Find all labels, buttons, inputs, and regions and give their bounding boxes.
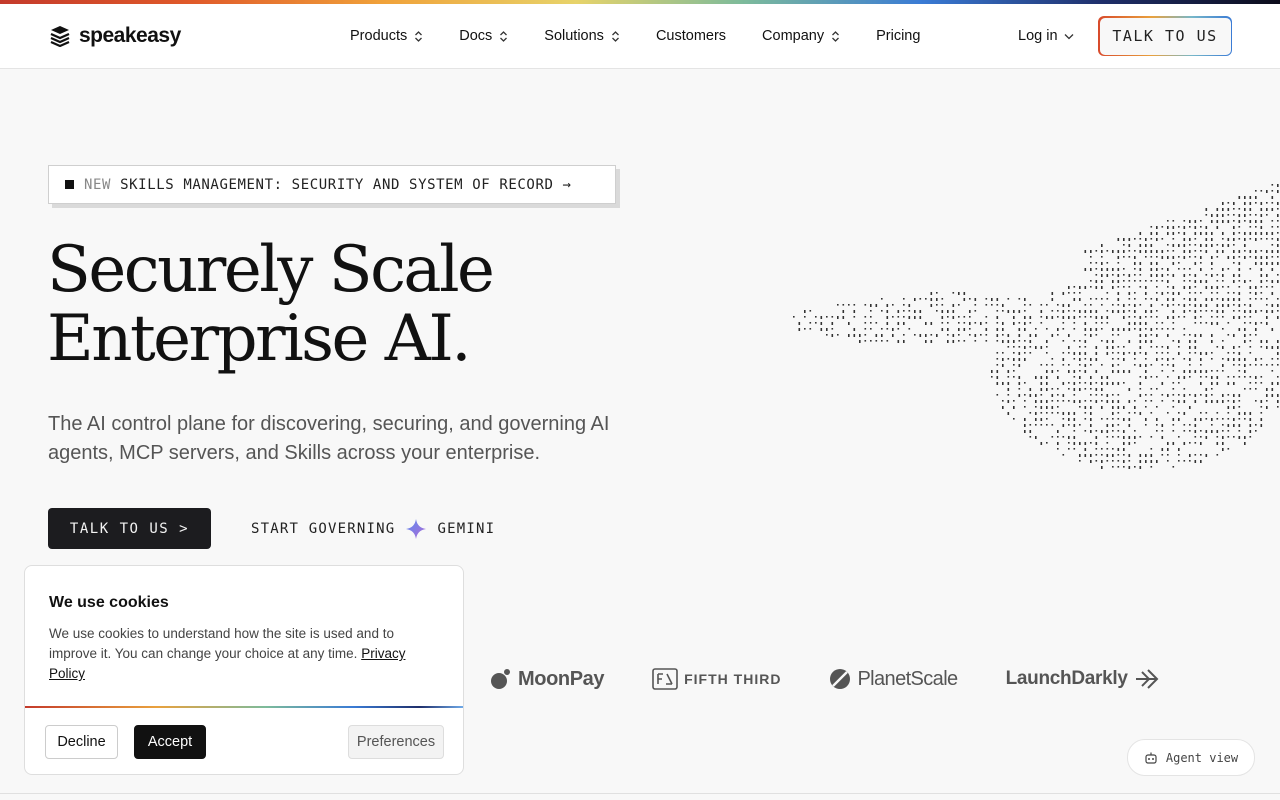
- hero-subtitle: The AI control plane for discovering, se…: [48, 413, 610, 464]
- nav-company[interactable]: Company: [762, 28, 840, 44]
- agent-view-label: Agent view: [1165, 750, 1239, 765]
- start-governing-label: START GOVERNING: [251, 521, 396, 537]
- accept-button[interactable]: Accept: [134, 725, 206, 759]
- logo-launchdarkly: LaunchDarkly: [1006, 668, 1160, 690]
- cookie-title: We use cookies: [49, 594, 169, 611]
- main-nav: Products Docs Solutions Customers Compan…: [350, 28, 956, 44]
- gemini-label: GEMINI: [437, 521, 496, 537]
- cookie-consent-dialog: We use cookies We use cookies to underst…: [24, 565, 464, 775]
- speakeasy-logo-icon: [50, 26, 70, 47]
- cookie-actions: Decline Accept Preferences: [45, 725, 445, 759]
- hero-title: Securely Scale Enterprise AI.: [47, 236, 687, 374]
- robot-icon: [1145, 752, 1157, 764]
- planetscale-mark-icon: [830, 669, 851, 689]
- chevron-updown-icon: [832, 30, 840, 42]
- gemini-star-icon: [406, 519, 427, 539]
- site-header: speakeasy Products Docs Solutions Custom…: [0, 4, 1280, 69]
- cookie-body: We use cookies to understand how the sit…: [49, 624, 429, 684]
- header-cta-label: TALK TO US: [1099, 17, 1231, 55]
- nav-products[interactable]: Products: [350, 28, 423, 44]
- chevron-down-icon: [1064, 33, 1073, 39]
- hero-talk-to-us-button[interactable]: TALK TO US >: [48, 508, 211, 549]
- customer-logo-strip: MoonPay FIFTH THIRD PlanetScale LaunchDa…: [490, 664, 1208, 694]
- nav-customers-label: Customers: [655, 28, 727, 44]
- announcement-banner[interactable]: NEW SKILLS MANAGEMENT: SECURITY AND SYST…: [48, 165, 616, 204]
- ascii-hand-illustration: [793, 184, 1279, 469]
- nav-customers[interactable]: Customers: [656, 28, 726, 44]
- chevron-updown-icon: [500, 30, 508, 42]
- logo-fifth-third-text: FIFTH THIRD: [684, 671, 782, 687]
- logo-planetscale: PlanetScale: [829, 667, 958, 691]
- nav-solutions[interactable]: Solutions: [544, 28, 620, 44]
- hero-title-line2: Enterprise AI.: [47, 302, 472, 376]
- preferences-button[interactable]: Preferences: [348, 725, 444, 759]
- nav-docs[interactable]: Docs: [459, 28, 508, 44]
- section-divider: [0, 793, 1280, 794]
- logo-moonpay-text: MoonPay: [518, 667, 605, 690]
- chevron-updown-icon: [611, 30, 619, 42]
- nav-pricing-label: Pricing: [876, 28, 921, 44]
- moonpay-mark-icon: [491, 669, 510, 689]
- launchdarkly-arrow-icon: [1135, 669, 1159, 689]
- nav-products-label: Products: [350, 28, 408, 44]
- logo-fifth-third: FIFTH THIRD: [652, 668, 781, 690]
- nav-docs-label: Docs: [459, 28, 493, 44]
- logo-moonpay: MoonPay: [490, 667, 605, 691]
- logo-launchdarkly-text: LaunchDarkly: [1005, 668, 1128, 689]
- agent-view-button[interactable]: Agent view: [1127, 739, 1255, 776]
- chevron-updown-icon: [415, 30, 423, 42]
- announcement-body: SKILLS MANAGEMENT: SECURITY AND SYSTEM O…: [120, 176, 554, 193]
- decline-button[interactable]: Decline: [45, 725, 118, 759]
- arrow-right-icon: →: [562, 176, 572, 193]
- start-governing-gemini-link[interactable]: START GOVERNING GEMINI: [251, 518, 495, 540]
- fifth-third-mark-icon: [652, 668, 678, 690]
- logo-planetscale-text: PlanetScale: [857, 667, 958, 690]
- brand-name: speakeasy: [79, 24, 181, 47]
- login-label: Log in: [1018, 28, 1058, 44]
- nav-pricing[interactable]: Pricing: [876, 28, 920, 44]
- announcement-tag: NEW: [84, 176, 112, 193]
- header-talk-to-us-button[interactable]: TALK TO US: [1098, 16, 1232, 56]
- login-menu[interactable]: Log in: [1018, 28, 1074, 44]
- nav-company-label: Company: [762, 28, 825, 44]
- cookie-gradient-divider: [25, 706, 463, 708]
- brand-logo[interactable]: speakeasy: [49, 24, 181, 48]
- cookie-body-text: We use cookies to understand how the sit…: [49, 626, 394, 661]
- nav-solutions-label: Solutions: [544, 28, 604, 44]
- announcement-text: NEW SKILLS MANAGEMENT: SECURITY AND SYST…: [84, 177, 572, 193]
- hero-title-line1: Securely Scale: [47, 233, 495, 307]
- square-bullet-icon: [65, 180, 74, 189]
